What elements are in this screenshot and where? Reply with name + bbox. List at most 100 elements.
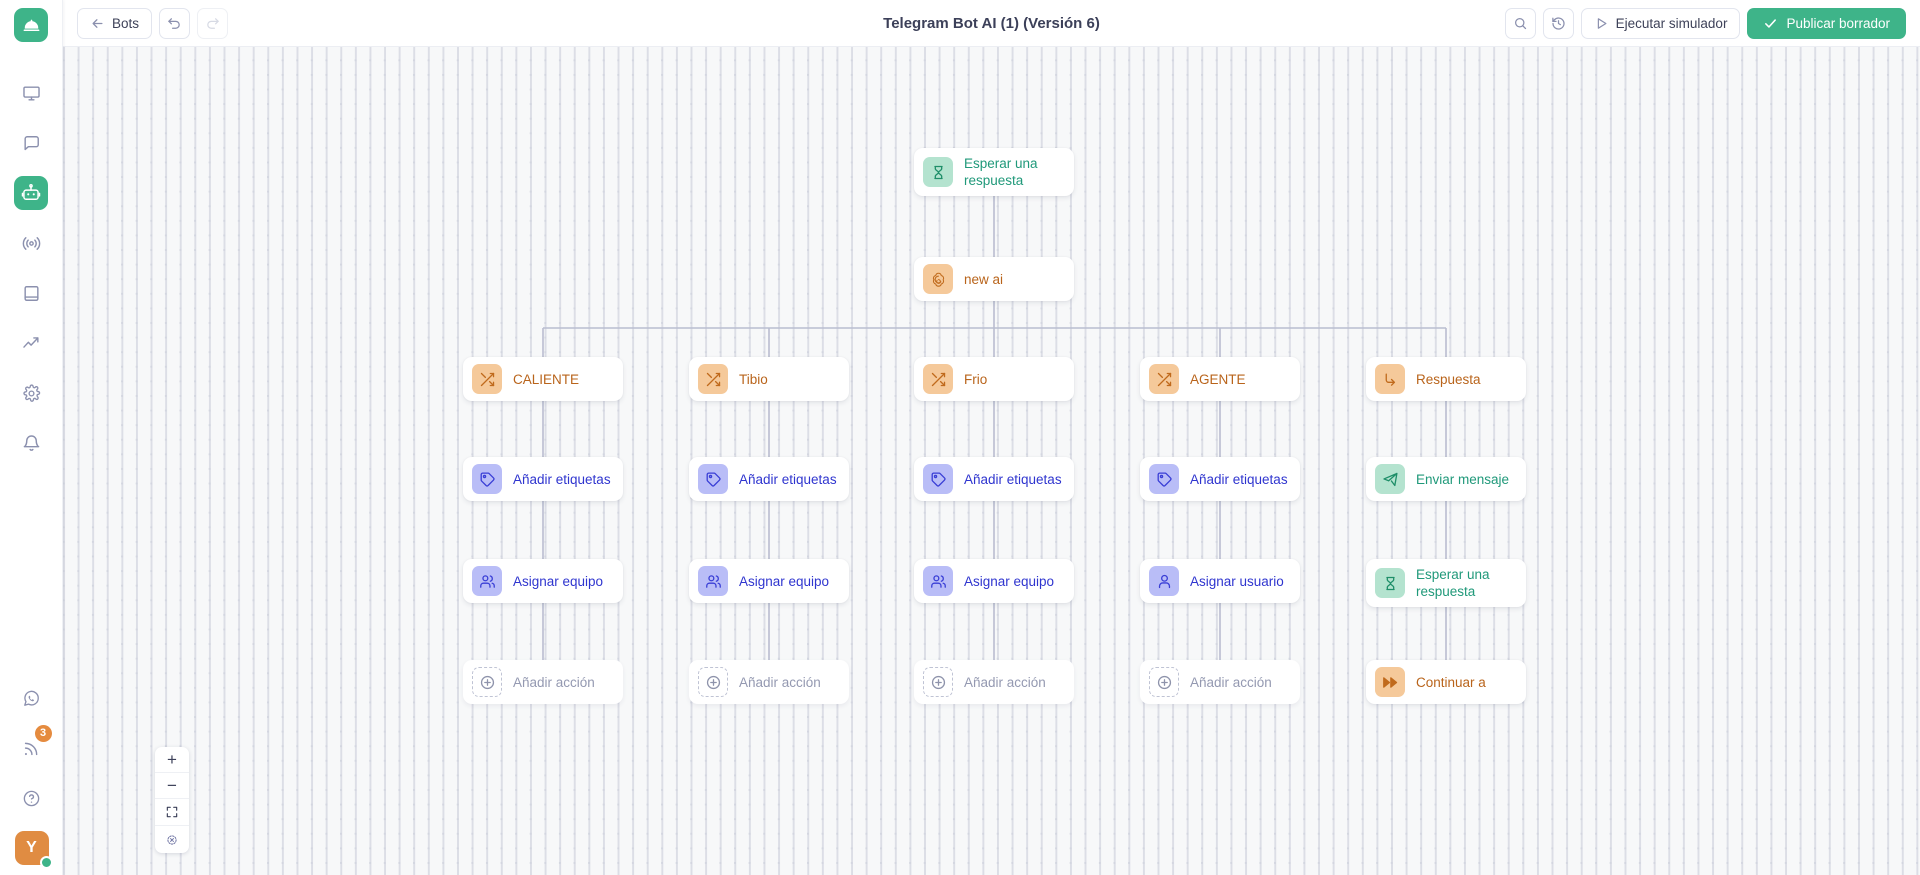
users-icon: [698, 566, 728, 596]
openai-spiral-icon: [923, 264, 953, 294]
flow-node-label: AGENTE: [1190, 371, 1246, 387]
flow-node-caliente[interactable]: CALIENTE: [463, 357, 623, 401]
feed-badge: 3: [34, 725, 52, 742]
run-simulator-button[interactable]: Ejecutar simulador: [1580, 7, 1741, 39]
plus-circle-icon: [698, 667, 728, 697]
sidebar-item-whatsapp[interactable]: [15, 681, 49, 715]
flow-node-label: Esperar una respuesta: [964, 156, 1038, 188]
toolbar-left: Bots: [77, 7, 229, 39]
publish-draft-label: Publicar borrador: [1786, 15, 1890, 31]
app-root: 3 Y Bots Telegram Bot AI (1) (Versión 6)…: [0, 0, 1920, 875]
history-clock-icon: [1551, 16, 1565, 30]
play-icon: [1597, 17, 1607, 29]
flow-node-label: Añadir acción: [739, 674, 821, 690]
avatar[interactable]: Y: [14, 831, 53, 869]
flow-node-label: Respuesta: [1416, 371, 1481, 387]
arrow-turn-down-icon: [1375, 364, 1405, 394]
user-icon: [1149, 566, 1179, 596]
flow-node-tags-4[interactable]: Añadir etiquetas: [1140, 457, 1300, 501]
gear-icon: [22, 383, 40, 402]
sidebar-item-library[interactable]: [14, 276, 48, 310]
whatsapp-icon: [24, 690, 39, 706]
flow-node-new-ai[interactable]: new ai: [914, 257, 1074, 301]
flow-node-user-4[interactable]: Asignar usuario: [1140, 559, 1300, 603]
flow-node-tags-2[interactable]: Añadir etiquetas: [689, 457, 849, 501]
tag-icon: [1149, 464, 1179, 494]
bell-icon: [23, 434, 39, 451]
flow-node-agente[interactable]: AGENTE: [1140, 357, 1300, 401]
flow-node-label: Añadir etiquetas: [964, 471, 1062, 487]
sidebar-item-help[interactable]: [15, 781, 49, 815]
redo-button[interactable]: [197, 7, 229, 39]
zoom-in-button[interactable]: +: [155, 747, 189, 773]
users-icon: [923, 566, 953, 596]
flow-node-label: Asignar usuario: [1190, 573, 1284, 589]
left-rail: 3 Y: [0, 0, 63, 875]
fit-to-screen-button[interactable]: [155, 799, 189, 826]
flow-node-add-4[interactable]: Añadir acción: [1140, 660, 1300, 704]
undo-icon: [168, 17, 180, 29]
fit-screen-icon: [166, 806, 178, 818]
flow-node-team-1[interactable]: Asignar equipo: [463, 559, 623, 603]
flow-node-tags-1[interactable]: Añadir etiquetas: [463, 457, 623, 501]
app-logo[interactable]: [14, 8, 48, 42]
tag-icon: [698, 464, 728, 494]
publish-draft-button[interactable]: Publicar borrador: [1747, 7, 1906, 39]
shuffle-icon: [698, 364, 728, 394]
flow-node-frio[interactable]: Frio: [914, 357, 1074, 401]
flow-node-send-msg[interactable]: Enviar mensaje: [1366, 457, 1526, 501]
sidebar-item-monitor[interactable]: [14, 76, 48, 110]
flow-node-label: Asignar equipo: [739, 573, 830, 589]
version-history-button[interactable]: [1542, 7, 1574, 39]
flow-node-add-2[interactable]: Añadir acción: [689, 660, 849, 704]
help-circle-icon: [23, 790, 40, 806]
back-to-bots-button[interactable]: Bots: [77, 7, 153, 39]
flow-node-label: Añadir acción: [513, 674, 595, 690]
fast-forward-icon: [1375, 667, 1405, 697]
monitor-icon: [22, 85, 40, 101]
tag-icon: [923, 464, 953, 494]
flow-node-label: Esperar una respuesta: [1416, 567, 1490, 599]
flow-node-label: Añadir acción: [1190, 674, 1272, 690]
shuffle-icon: [1149, 364, 1179, 394]
flow-node-tags-3[interactable]: Añadir etiquetas: [914, 457, 1074, 501]
shuffle-icon: [472, 364, 502, 394]
book-icon: [23, 285, 39, 301]
flow-node-team-2[interactable]: Asignar equipo: [689, 559, 849, 603]
flow-canvas[interactable]: Esperar una respuesta new ai CALIENTE Tibio…: [63, 46, 1920, 875]
sidebar-item-bots[interactable]: [14, 176, 48, 210]
flow-node-label: Añadir etiquetas: [1190, 471, 1288, 487]
sidebar-item-settings[interactable]: [14, 376, 48, 410]
search-button[interactable]: [1504, 7, 1536, 39]
rss-icon: [24, 742, 38, 755]
flow-node-continue[interactable]: Continuar a: [1366, 660, 1526, 704]
lock-canvas-button[interactable]: [155, 826, 189, 853]
flow-node-wait-top[interactable]: Esperar una respuesta: [914, 148, 1074, 196]
undo-button[interactable]: [159, 7, 191, 39]
flow-node-tibio[interactable]: Tibio: [689, 357, 849, 401]
toolbar-right: Ejecutar simulador Publicar borrador: [1504, 7, 1906, 39]
search-icon: [1514, 17, 1526, 29]
zoom-out-button[interactable]: −: [155, 773, 189, 799]
flow-node-add-1[interactable]: Añadir acción: [463, 660, 623, 704]
sidebar-item-feed[interactable]: 3: [15, 725, 52, 765]
flow-node-label: Continuar a: [1416, 674, 1486, 690]
chat-bubble-icon: [23, 135, 39, 150]
hourglass-icon: [923, 157, 953, 187]
flow-node-add-3[interactable]: Añadir acción: [914, 660, 1074, 704]
trending-up-icon: [22, 336, 39, 348]
flow-node-wait-right[interactable]: Esperar una respuesta: [1366, 559, 1526, 607]
flow-node-team-3[interactable]: Asignar equipo: [914, 559, 1074, 603]
flow-node-label: CALIENTE: [513, 371, 580, 387]
paper-plane-icon: [1375, 464, 1405, 494]
sidebar-item-chat[interactable]: [14, 126, 48, 160]
rail-nav: [14, 76, 48, 460]
check-icon: [1765, 18, 1777, 28]
sidebar-item-notifications[interactable]: [14, 426, 48, 460]
flow-node-respuesta[interactable]: Respuesta: [1366, 357, 1526, 401]
sidebar-item-analytics[interactable]: [14, 326, 48, 360]
flow-node-label: Asignar equipo: [964, 573, 1055, 589]
flow-node-label: new ai: [964, 271, 1004, 287]
sidebar-item-broadcast[interactable]: [14, 226, 48, 260]
plus-circle-icon: [472, 667, 502, 697]
